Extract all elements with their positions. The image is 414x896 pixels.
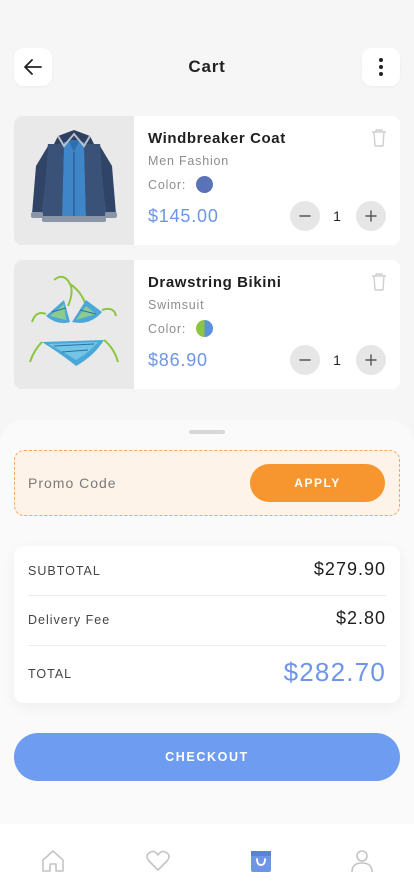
nav-favorites[interactable] (143, 846, 173, 876)
checkout-sheet: Promo Code APPLY SUBTOTAL $279.90 Delive… (0, 420, 414, 830)
decrease-quantity-button[interactable] (290, 345, 320, 375)
quantity-value: 1 (333, 352, 341, 368)
cart-item[interactable]: Drawstring Bikini Swimsuit Color: $86.90… (14, 260, 400, 389)
color-row: Color: (148, 320, 214, 337)
promo-code-box: Promo Code APPLY (14, 450, 400, 516)
trash-icon[interactable] (370, 272, 388, 292)
product-image-jacket (14, 116, 134, 245)
cart-screen: Cart Windbreaker Coat Men Fashion Color:… (0, 0, 414, 896)
plus-icon (365, 354, 377, 366)
bottom-nav (0, 824, 414, 896)
cart-item[interactable]: Windbreaker Coat Men Fashion Color: $145… (14, 116, 400, 245)
color-label: Color: (148, 321, 187, 336)
apply-button[interactable]: APPLY (250, 464, 385, 502)
plus-icon (365, 210, 377, 222)
nav-profile[interactable] (347, 846, 377, 876)
nav-cart[interactable] (246, 846, 276, 876)
order-summary: SUBTOTAL $279.90 Delivery Fee $2.80 TOTA… (14, 546, 400, 703)
subtotal-row: SUBTOTAL $279.90 (28, 546, 386, 595)
product-category: Swimsuit (148, 298, 205, 312)
bikini-image (29, 275, 119, 366)
increase-quantity-button[interactable] (356, 345, 386, 375)
nav-home[interactable] (38, 846, 68, 876)
header: Cart (0, 0, 414, 110)
user-icon (351, 850, 373, 873)
color-label: Color: (148, 177, 187, 192)
jacket-image (31, 129, 117, 222)
product-price: $86.90 (148, 350, 208, 370)
subtotal-label: SUBTOTAL (28, 564, 101, 578)
checkout-button[interactable]: CHECKOUT (14, 733, 400, 781)
shopping-bag-icon (251, 851, 271, 872)
page-title: Cart (188, 57, 226, 76)
product-name: Windbreaker Coat (148, 130, 286, 147)
quantity-value: 1 (333, 208, 341, 224)
product-name: Drawstring Bikini (148, 274, 282, 291)
subtotal-value: $279.90 (313, 559, 386, 579)
minus-icon (299, 215, 311, 217)
delivery-fee-row: Delivery Fee $2.80 (28, 596, 386, 645)
home-icon (42, 850, 64, 872)
more-vertical-icon (379, 58, 383, 76)
delivery-fee-label: Delivery Fee (28, 613, 111, 627)
minus-icon (299, 359, 311, 361)
promo-code-input[interactable]: Promo Code (28, 475, 117, 491)
product-image-bikini (14, 260, 134, 389)
trash-icon[interactable] (370, 128, 388, 148)
increase-quantity-button[interactable] (356, 201, 386, 231)
sheet-handle[interactable] (189, 430, 225, 434)
delivery-fee-value: $2.80 (335, 608, 386, 628)
product-price: $145.00 (148, 206, 219, 226)
decrease-quantity-button[interactable] (290, 201, 320, 231)
color-swatch (196, 320, 214, 337)
more-options-button[interactable] (362, 48, 400, 86)
total-value: $282.70 (283, 657, 386, 687)
color-row: Color: (148, 176, 214, 193)
heart-icon (146, 850, 170, 871)
product-category: Men Fashion (148, 154, 230, 168)
total-row: TOTAL $282.70 (28, 646, 386, 703)
color-swatch (196, 176, 214, 193)
total-label: TOTAL (28, 667, 73, 681)
